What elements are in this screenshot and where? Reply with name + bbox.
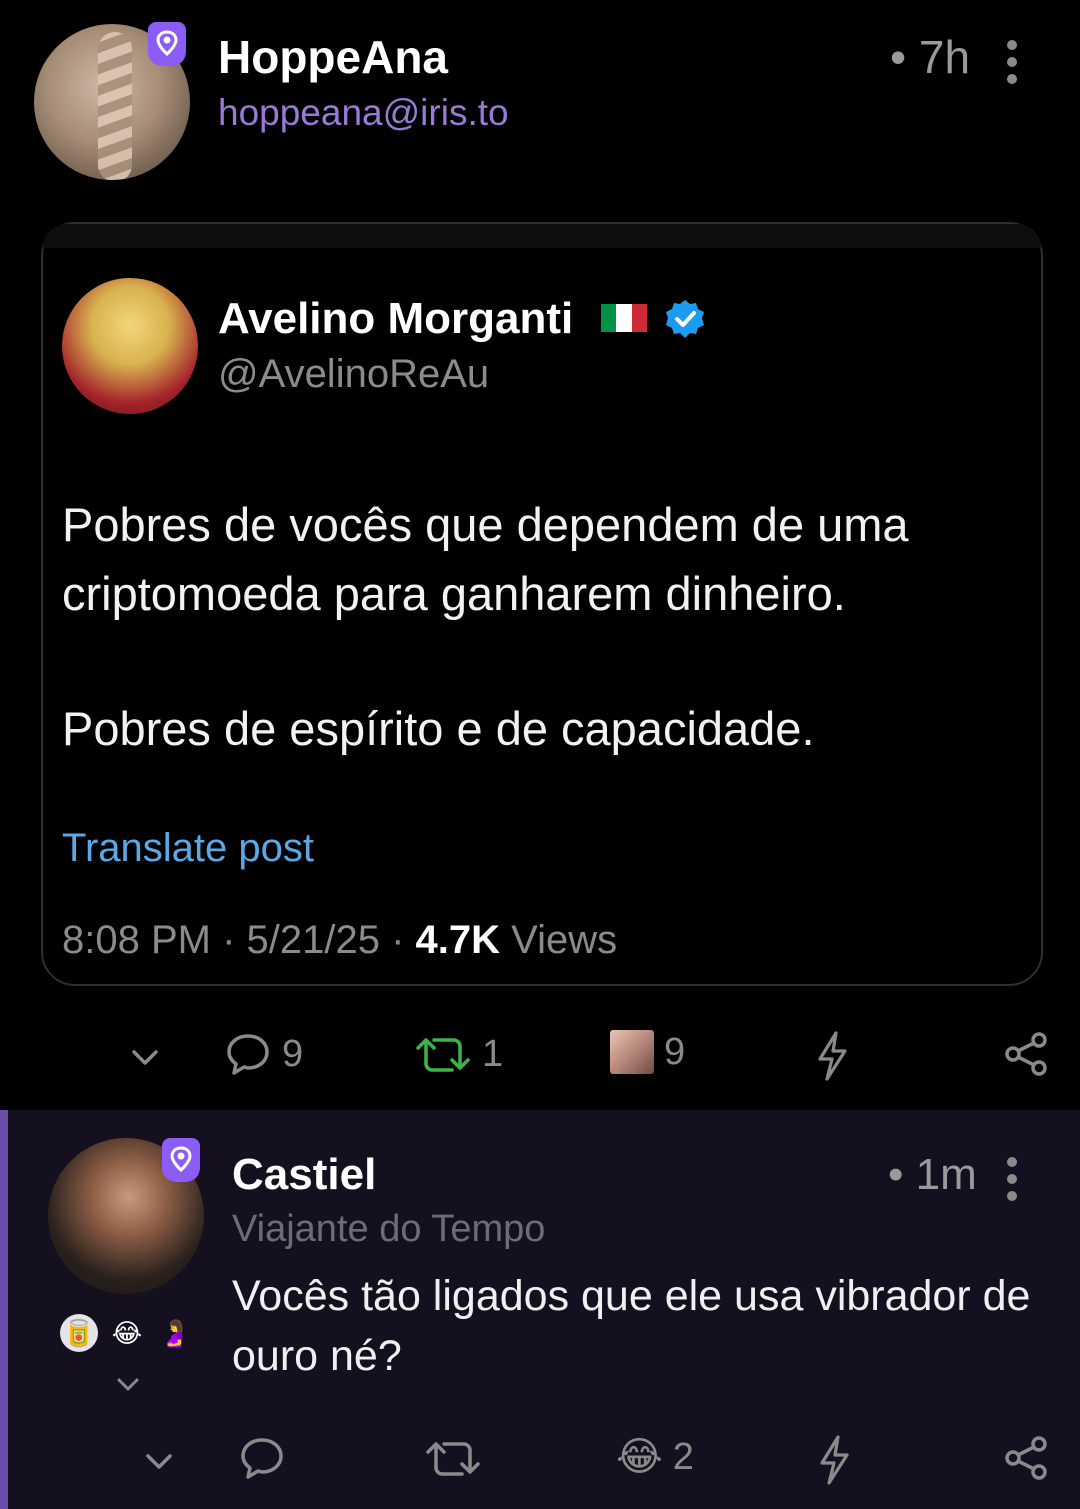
mini-reaction: 🤰 xyxy=(158,1317,192,1348)
tweet-author-avatar xyxy=(62,278,198,414)
verified-badge-icon xyxy=(666,300,704,338)
share-icon xyxy=(1005,1032,1047,1076)
expand-chevron-button[interactable] xyxy=(128,1040,162,1074)
tweet-author-name: Avelino Morganti xyxy=(218,294,574,343)
tweet-author-handle: @AvelinoReAu xyxy=(218,352,490,396)
tweet-body: Pobres de vocês que dependem de uma crip… xyxy=(62,490,1022,763)
tweet-meta: 8:08 PM · 5/21/25 · 4.7K Views xyxy=(62,918,617,963)
more-options-icon[interactable] xyxy=(1005,1157,1019,1201)
reply-button[interactable]: 9 xyxy=(224,1030,303,1078)
user-badge-icon xyxy=(148,22,186,66)
mini-reaction: 🥫 xyxy=(60,1314,98,1352)
reply-body: Vocês tão ligados que ele usa vibrador d… xyxy=(232,1272,1031,1380)
zap-button[interactable] xyxy=(812,1030,852,1082)
laughing-emoji-icon: 😂 xyxy=(616,1435,663,1479)
repost-icon xyxy=(416,1038,470,1072)
reply-author-subtitle: Viajante do Tempo xyxy=(232,1208,546,1250)
reaction-summary[interactable]: 🥫 😂 🤰 xyxy=(60,1314,194,1352)
author-handle[interactable]: hoppeana@iris.to xyxy=(218,92,509,134)
reaction-image xyxy=(610,1030,654,1074)
share-button[interactable] xyxy=(1002,1030,1050,1078)
repost-button[interactable]: 1 xyxy=(414,1030,503,1078)
expand-chevron-button[interactable] xyxy=(142,1444,176,1478)
author-name[interactable]: HoppeAna xyxy=(218,30,448,84)
share-button[interactable] xyxy=(1002,1434,1050,1482)
chevron-down-icon xyxy=(146,1454,172,1469)
reaction-count: 2 xyxy=(672,1435,694,1478)
zap-button[interactable] xyxy=(814,1434,854,1486)
mini-reaction: 😂 xyxy=(111,1317,143,1348)
tweet-paragraph: Pobres de vocês que dependem de uma crip… xyxy=(62,498,909,620)
tweet-views-label: Views xyxy=(500,918,618,962)
reply-time: • 1m xyxy=(888,1150,977,1199)
repost-icon xyxy=(426,1442,480,1476)
repost-button[interactable] xyxy=(424,1434,482,1482)
more-options-icon[interactable] xyxy=(1005,40,1019,84)
repost-count: 1 xyxy=(482,1032,504,1075)
zap-icon xyxy=(820,1435,849,1485)
zap-icon xyxy=(818,1031,847,1081)
reply-icon xyxy=(227,1034,269,1075)
thread-indicator-line xyxy=(0,1110,8,1509)
card-top-strip xyxy=(43,224,1041,248)
chevron-down-icon xyxy=(117,1378,139,1391)
post-time: • 7h xyxy=(890,31,971,83)
italy-flag-icon xyxy=(601,304,647,332)
reply-author-name[interactable]: Castiel xyxy=(232,1150,376,1200)
reply-count: 9 xyxy=(282,1032,304,1075)
reaction-button[interactable]: 😂 2 xyxy=(616,1434,694,1480)
chevron-down-icon xyxy=(132,1050,158,1065)
tweet-timestamp: 8:08 PM · 5/21/25 · xyxy=(62,918,416,962)
reply-icon xyxy=(241,1438,283,1479)
expand-reactions-button[interactable] xyxy=(114,1370,142,1403)
reply-button[interactable] xyxy=(238,1434,286,1482)
share-icon xyxy=(1005,1436,1047,1480)
reaction-count: 9 xyxy=(664,1030,686,1073)
user-badge-icon xyxy=(162,1138,200,1182)
translate-post-link: Translate post xyxy=(62,826,314,870)
tweet-views-count: 4.7K xyxy=(415,918,501,962)
reaction-button[interactable]: 9 xyxy=(610,1030,685,1074)
tweet-paragraph: Pobres de espírito e de capacidade. xyxy=(62,702,815,755)
